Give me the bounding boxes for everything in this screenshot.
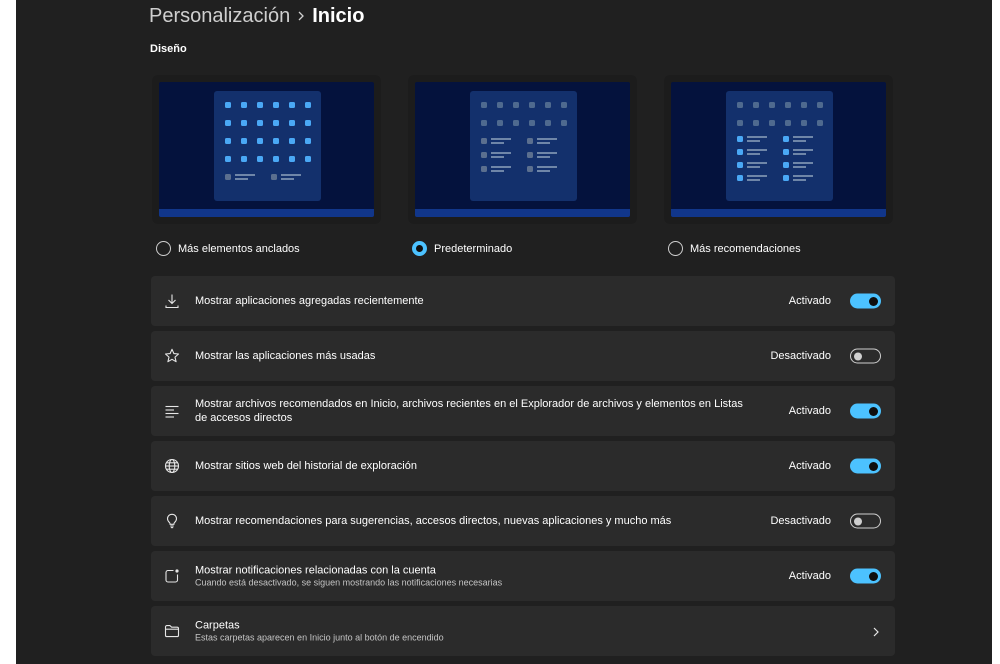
setting-folders[interactable]: Carpetas Estas carpetas aparecen en Inic… [151,606,895,656]
radio-default[interactable]: Predeterminado [412,241,637,256]
layout-option-more-recommendations: Más recomendaciones [664,75,893,256]
toggle-switch[interactable] [850,348,881,364]
notification-icon [164,568,180,584]
download-icon [164,293,180,309]
breadcrumb-parent-link[interactable]: Personalización [149,5,290,28]
toggle-state-label: Activado [788,570,831,582]
radio-more-pins[interactable]: Más elementos anclados [156,241,381,256]
setting-text: Carpetas Estas carpetas aparecen en Inic… [195,619,755,644]
preview-screen [671,82,886,217]
preview-start-menu [470,91,577,201]
preview-start-menu [726,91,833,201]
toggle-switch[interactable] [850,568,881,584]
layout-preview-more-pins[interactable] [152,75,381,224]
layout-preview-default[interactable] [408,75,637,224]
preview-recommended-grid [737,136,833,181]
radio-more-recommendations[interactable]: Más recomendaciones [668,241,893,256]
toggle-switch[interactable] [850,403,881,419]
page-title: Inicio [312,4,365,27]
setting-text: Mostrar sitios web del historial de expl… [195,459,755,473]
preview-taskbar [415,209,630,217]
setting-tips-recommendations[interactable]: Mostrar recomendaciones para sugerencias… [151,496,895,546]
star-icon [164,348,180,364]
toggle-switch[interactable] [850,513,881,529]
setting-title: Mostrar archivos recomendados en Inicio,… [195,398,743,424]
setting-text: Mostrar aplicaciones agregadas recientem… [195,294,755,308]
chevron-right-icon [871,625,881,637]
globe-icon [164,458,180,474]
lightbulb-icon [164,513,180,529]
setting-text: Mostrar las aplicaciones más usadas [195,349,755,363]
setting-title: Carpetas [195,619,240,632]
toggle-state-label: Activado [788,460,831,472]
setting-most-used-apps[interactable]: Mostrar las aplicaciones más usadas Desa… [151,331,895,381]
toggle-state-label: Desactivado [770,515,831,527]
preview-screen [159,82,374,217]
setting-recently-added-apps[interactable]: Mostrar aplicaciones agregadas recientem… [151,276,895,326]
layout-option-default: Predeterminado [408,75,637,256]
preview-pin-grid [481,102,577,126]
radio-label: Más recomendaciones [690,242,801,255]
preview-screen [415,82,630,217]
breadcrumb: Personalización Inicio [149,2,364,30]
radio-label: Predeterminado [434,242,513,255]
setting-account-notifications[interactable]: Mostrar notificaciones relacionadas con … [151,551,895,601]
setting-title: Mostrar notificaciones relacionadas con … [195,564,436,577]
settings-list: Mostrar aplicaciones agregadas recientem… [151,276,895,661]
setting-browsing-history-sites[interactable]: Mostrar sitios web del historial de expl… [151,441,895,491]
preview-pin-grid [225,102,321,162]
preview-taskbar [671,209,886,217]
setting-text: Mostrar notificaciones relacionadas con … [195,564,755,589]
toggle-state-label: Activado [788,405,831,417]
preview-recommended-grid [225,174,321,180]
setting-title: Mostrar aplicaciones agregadas recientem… [195,295,424,307]
setting-title: Mostrar recomendaciones para sugerencias… [195,515,672,527]
radio-button[interactable] [156,241,171,256]
preview-taskbar [159,209,374,217]
layout-preview-more-recommendations[interactable] [664,75,893,224]
preview-pin-grid [737,102,833,126]
preview-recommended-grid [481,138,577,172]
setting-description: Estas carpetas aparecen en Inicio junto … [195,632,444,643]
layout-section-title: Diseño [150,43,187,55]
toggle-state-label: Activado [788,295,831,307]
toggle-state-label: Desactivado [770,350,831,362]
settings-window: Personalización Inicio Diseño Más elemen… [16,0,992,664]
setting-title: Mostrar las aplicaciones más usadas [195,350,376,362]
setting-description: Cuando está desactivado, se siguen mostr… [195,577,503,588]
radio-button[interactable] [412,241,427,256]
setting-title: Mostrar sitios web del historial de expl… [195,460,417,472]
preview-start-menu [214,91,321,201]
layout-option-more-pins: Más elementos anclados [152,75,381,256]
setting-recommended-files[interactable]: Mostrar archivos recomendados en Inicio,… [151,386,895,436]
chevron-right-icon [290,2,312,30]
setting-text: Mostrar recomendaciones para sugerencias… [195,514,755,528]
toggle-switch[interactable] [850,293,881,309]
list-icon [164,403,180,419]
setting-text: Mostrar archivos recomendados en Inicio,… [195,397,755,425]
radio-label: Más elementos anclados [178,242,300,255]
toggle-switch[interactable] [850,458,881,474]
folder-icon [164,623,180,639]
radio-button[interactable] [668,241,683,256]
